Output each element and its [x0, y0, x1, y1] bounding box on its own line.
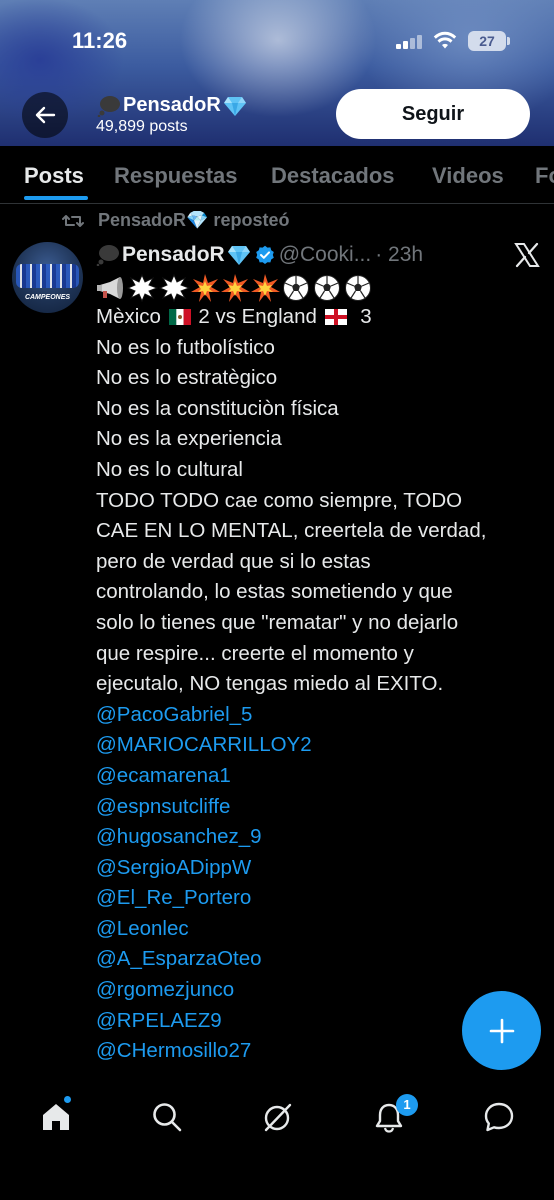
tweet-author[interactable]: PensadoR: [96, 243, 251, 267]
tab-videos[interactable]: Videos: [432, 163, 504, 189]
mention-link[interactable]: @rgomezjunco: [96, 975, 536, 1006]
thought-balloon-icon: [96, 245, 119, 266]
battery-indicator: 27: [468, 31, 506, 51]
tab-destacados[interactable]: Destacados: [271, 163, 395, 189]
signal-icon: [396, 35, 424, 49]
tweet-author-name: PensadoR: [122, 243, 225, 266]
plus-icon: [489, 1018, 514, 1043]
posts-count: 49,899 posts: [96, 118, 188, 135]
repost-label: PensadoR💎 reposteó: [98, 210, 290, 230]
status-time: 11:26: [72, 28, 128, 53]
follow-button[interactable]: Seguir: [336, 89, 530, 139]
tweet-header: PensadoR @Cooki... · 23h: [96, 240, 423, 270]
notifications-badge: 1: [396, 1094, 418, 1116]
collision-icon: [221, 274, 250, 302]
soccer-ball-icon: [283, 275, 309, 301]
grok-icon[interactable]: [262, 1101, 294, 1133]
score-team2: 3: [360, 305, 372, 328]
tweet-line: que respire... creerte el momento y: [96, 641, 414, 665]
profile-header-name: PensadoR: [97, 94, 247, 117]
score-team1: Mèxico: [96, 305, 161, 328]
mention-link[interactable]: @A_EsparzaOteo: [96, 944, 536, 975]
x-logo-icon[interactable]: [514, 242, 540, 268]
tab-posts[interactable]: Posts: [24, 163, 84, 189]
mention-link[interactable]: @SergioADippW: [96, 853, 536, 884]
tweet-line: No es la experiencia: [96, 427, 282, 451]
mention-link[interactable]: @hugosanchez_9: [96, 822, 536, 853]
tweet-line: TODO TODO cae como siempre, TODO: [96, 488, 463, 512]
repost-icon: [62, 214, 84, 227]
soccer-ball-icon: [314, 275, 340, 301]
thought-balloon-icon: [97, 95, 120, 117]
tweet-line: No es lo cultural: [96, 457, 243, 481]
tab-more[interactable]: Fo: [535, 163, 554, 189]
emoji-row: [96, 273, 373, 303]
home-notification-dot: [64, 1096, 71, 1103]
collision-icon: [251, 274, 280, 302]
mention-link[interactable]: @ecamarena1: [96, 761, 536, 792]
profile-name-text: PensadoR: [123, 94, 221, 116]
collision-icon: [191, 274, 220, 302]
battery-tip: [507, 37, 510, 45]
tweet-line: pero de verdad que si lo estas: [96, 549, 371, 573]
mention-link[interactable]: @MARIOCARRILLOY2: [96, 730, 536, 761]
active-tab-indicator: [24, 196, 88, 200]
megaphone-icon: [97, 277, 123, 299]
tweet-line: No es la constituciòn física: [96, 396, 339, 420]
anger-burst-icon: [159, 274, 190, 302]
compose-button[interactable]: [462, 991, 541, 1070]
wifi-icon: [433, 31, 457, 49]
repost-indicator[interactable]: PensadoR💎 reposteó: [62, 210, 289, 231]
avatar-text: CAMPEONES: [24, 294, 71, 301]
back-arrow-icon: [35, 106, 56, 124]
england-flag-icon: [324, 309, 347, 325]
verified-icon: [255, 245, 274, 264]
tweet-line: ejecutalo, NO tengas miedo al EXITO.: [96, 672, 444, 696]
mention-link[interactable]: @El_Re_Portero: [96, 883, 536, 914]
mention-link[interactable]: @Leonlec: [96, 914, 536, 945]
tweet-line: No es lo futbolístico: [96, 335, 275, 359]
gem-icon: [227, 246, 250, 265]
tweet-time: · 23h: [375, 243, 424, 266]
avatar[interactable]: CAMPEONES: [12, 242, 83, 313]
mexico-flag-icon: [168, 309, 191, 325]
score-middle: 2 vs England: [198, 305, 317, 328]
mention-link[interactable]: @PacoGabriel_5: [96, 700, 536, 731]
tweet-line: solo lo tienes que "rematar" y no dejarl…: [96, 610, 459, 634]
tab-respuestas[interactable]: Respuestas: [114, 163, 238, 189]
avatar-image: [16, 264, 79, 288]
bottom-nav: [0, 1078, 554, 1200]
search-icon[interactable]: [151, 1101, 183, 1133]
anger-burst-icon: [127, 274, 158, 302]
tweet-body: Mèxico 2 vs England 3 No es lo futbolíst…: [96, 302, 536, 1067]
back-button[interactable]: [22, 92, 68, 138]
tweet-line: No es lo estratègico: [96, 366, 278, 390]
mention-link[interactable]: @espnsutcliffe: [96, 792, 536, 823]
score-line: Mèxico 2 vs England 3: [96, 302, 536, 333]
soccer-ball-icon: [345, 275, 371, 301]
gem-icon: [223, 96, 246, 116]
tweet-line: controlando, lo estas sometiendo y que: [96, 580, 453, 604]
home-icon[interactable]: [40, 1101, 72, 1133]
messages-icon[interactable]: [483, 1101, 515, 1133]
tweet-line: CAE EN LO MENTAL, creertela de verdad,: [96, 519, 487, 543]
tweet-handle[interactable]: @Cooki...: [279, 243, 372, 267]
